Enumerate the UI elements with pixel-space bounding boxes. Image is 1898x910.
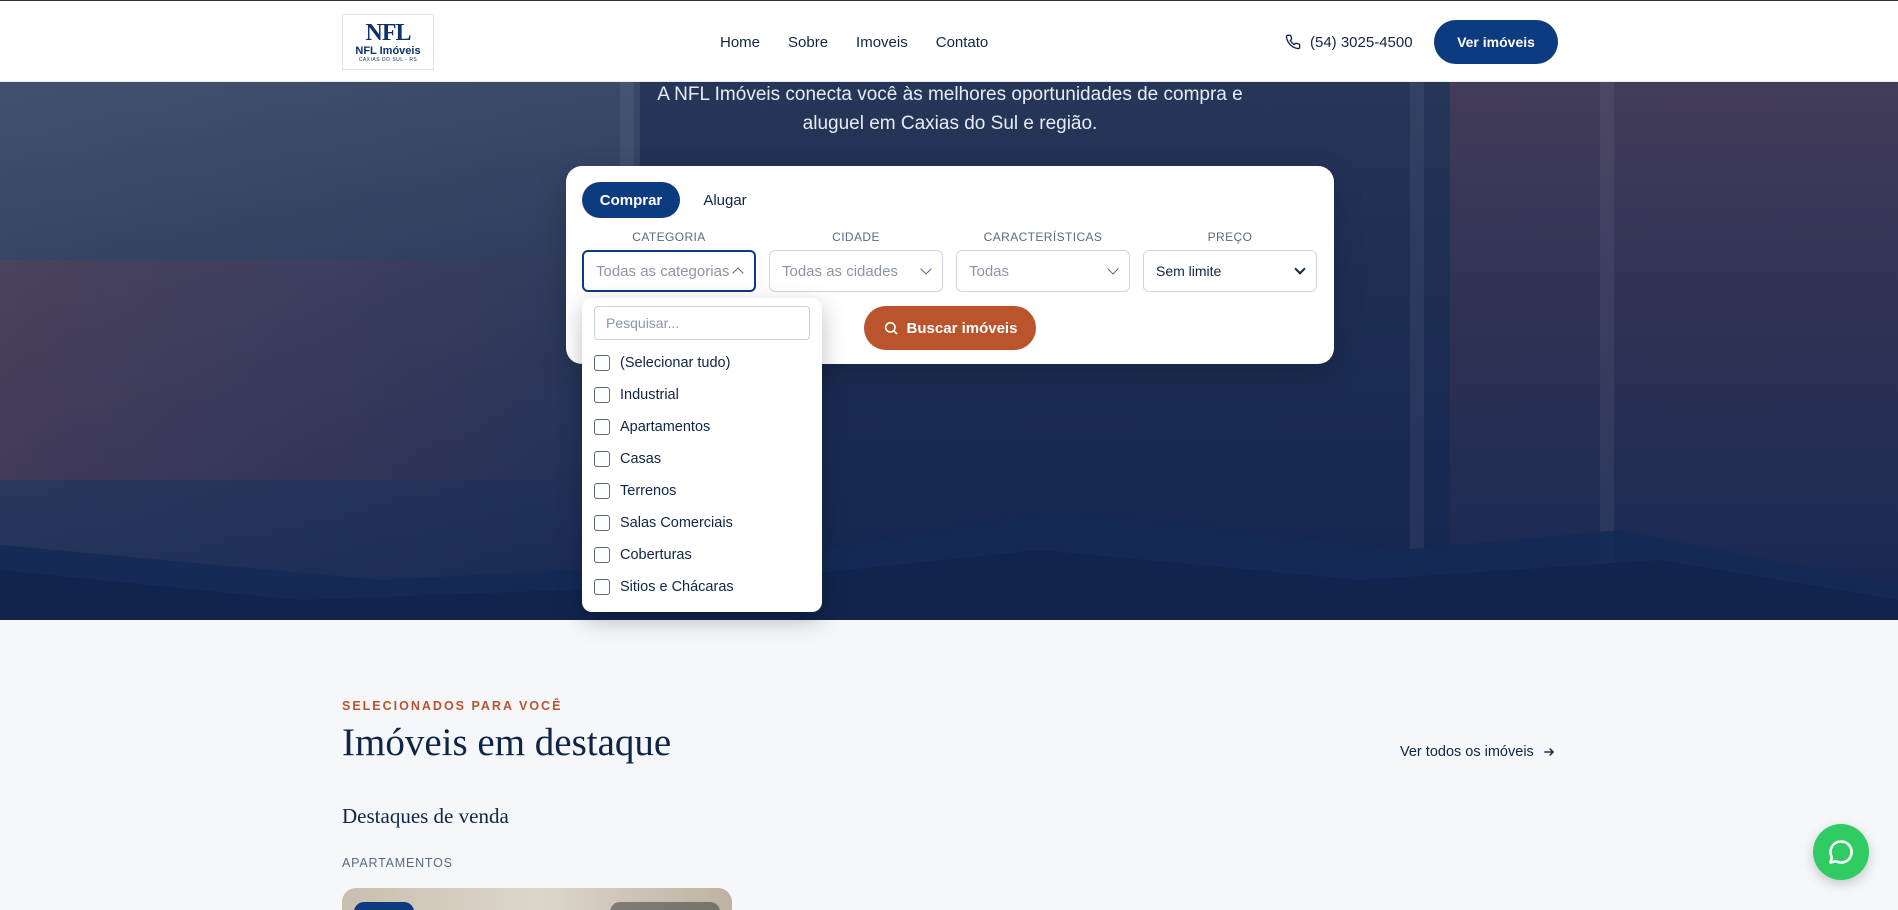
property-badge: [354, 902, 414, 910]
dropdown-option[interactable]: (Selecionar tudo): [594, 351, 730, 375]
property-card[interactable]: [342, 888, 732, 910]
option-label: Coberturas: [620, 547, 692, 563]
ver-todos-link[interactable]: Ver todos os imóveis: [1400, 744, 1556, 760]
nav-contato[interactable]: Contato: [936, 34, 989, 51]
checkbox[interactable]: [594, 451, 610, 467]
tab-alugar[interactable]: Alugar: [690, 182, 760, 218]
nav-home[interactable]: Home: [720, 34, 760, 51]
cidade-select[interactable]: Todas as cidades: [769, 250, 943, 292]
preco-value: Sem limite: [1156, 263, 1222, 279]
site-header: NFL NFL Imóveis CAXIAS DO SUL - RS Home …: [0, 0, 1898, 82]
logo-subtitle: CAXIAS DO SUL - RS: [358, 56, 418, 63]
option-label: Salas Comerciais: [620, 515, 733, 531]
buscar-label: Buscar imóveis: [906, 319, 1018, 337]
phone-link[interactable]: (54) 3025-4500: [1285, 1, 1413, 83]
property-badge: [610, 902, 720, 910]
dropdown-option[interactable]: Industrial: [594, 383, 679, 407]
arrow-right-icon: [1544, 748, 1554, 756]
caracteristicas-label: CARACTERÍSTICAS: [983, 230, 1103, 244]
checkbox[interactable]: [594, 579, 610, 595]
checkbox[interactable]: [594, 419, 610, 435]
option-label: Sitios e Chácaras: [620, 579, 734, 595]
buscar-imoveis-button[interactable]: Buscar imóveis: [864, 306, 1036, 350]
hero-line: A NFL Imóveis conecta você às melhores o…: [657, 84, 1243, 105]
ver-todos-label: Ver todos os imóveis: [1400, 744, 1534, 760]
preco-select[interactable]: Sem limite: [1143, 250, 1317, 292]
logo-name: NFL Imóveis: [355, 44, 421, 57]
option-label: Industrial: [620, 387, 679, 403]
category-label: APARTAMENTOS: [342, 856, 453, 870]
categoria-dropdown: (Selecionar tudo) Industrial Apartamento…: [582, 298, 822, 612]
checkbox[interactable]: [594, 515, 610, 531]
search-icon: [884, 321, 898, 335]
phone-number: (54) 3025-4500: [1310, 33, 1413, 51]
option-label: (Selecionar tudo): [620, 355, 731, 371]
tab-comprar[interactable]: Comprar: [582, 182, 680, 218]
option-label: Terrenos: [620, 483, 677, 499]
preco-label: PREÇO: [1207, 230, 1253, 244]
caracteristicas-select[interactable]: Todas: [956, 250, 1130, 292]
dropdown-option[interactable]: Apartamentos: [594, 415, 710, 439]
cidade-label: CIDADE: [832, 230, 880, 244]
caracteristicas-value: Todas: [969, 262, 1010, 280]
chevron-down-icon: [1107, 263, 1119, 275]
dropdown-option[interactable]: Salas Comerciais: [594, 511, 733, 535]
option-label: Casas: [620, 451, 662, 467]
dropdown-option[interactable]: Coberturas: [594, 543, 692, 567]
chevron-up-icon: [732, 267, 744, 279]
categoria-value: Todas as categorias: [596, 262, 730, 280]
checkbox[interactable]: [594, 547, 610, 563]
dropdown-option[interactable]: Terrenos: [594, 479, 676, 503]
section-eyebrow: SELECIONADOS PARA VOCÊ: [342, 699, 563, 713]
section-title: Imóveis em destaque: [342, 721, 672, 764]
chevron-down-icon: [920, 263, 932, 275]
chat-bubble-icon: [1829, 840, 1853, 864]
dropdown-option[interactable]: Casas: [594, 447, 661, 471]
nav-sobre[interactable]: Sobre: [788, 34, 828, 51]
cidade-value: Todas as cidades: [782, 262, 898, 280]
hero-image-furniture: [0, 260, 560, 480]
nav-imoveis[interactable]: Imoveis: [856, 34, 908, 51]
checkbox[interactable]: [594, 355, 610, 371]
dropdown-search-input[interactable]: [594, 306, 810, 340]
chevron-down-icon: [1294, 263, 1306, 275]
dropdown-option[interactable]: Sitios e Chácaras: [594, 575, 734, 599]
categoria-label: CATEGORIA: [632, 230, 706, 244]
option-label: Apartamentos: [620, 419, 711, 435]
checkbox[interactable]: [594, 483, 610, 499]
categoria-select[interactable]: Todas as categorias: [582, 250, 756, 292]
whatsapp-button[interactable]: [1813, 824, 1869, 880]
ver-imoveis-button[interactable]: Ver imóveis: [1434, 20, 1558, 64]
checkbox[interactable]: [594, 387, 610, 403]
hero-line: aluguel em Caxias do Sul e região.: [802, 113, 1098, 134]
phone-icon: [1285, 34, 1301, 50]
main-nav: Home Sobre Imoveis Contato: [720, 1, 988, 83]
hero-wave: [0, 510, 1898, 620]
hero-description: A NFL Imóveis conecta você às melhores o…: [600, 80, 1300, 138]
site-logo[interactable]: NFL NFL Imóveis CAXIAS DO SUL - RS: [342, 14, 434, 70]
logo-mark: NFL: [365, 19, 412, 46]
sales-subtitle: Destaques de venda: [342, 804, 509, 828]
